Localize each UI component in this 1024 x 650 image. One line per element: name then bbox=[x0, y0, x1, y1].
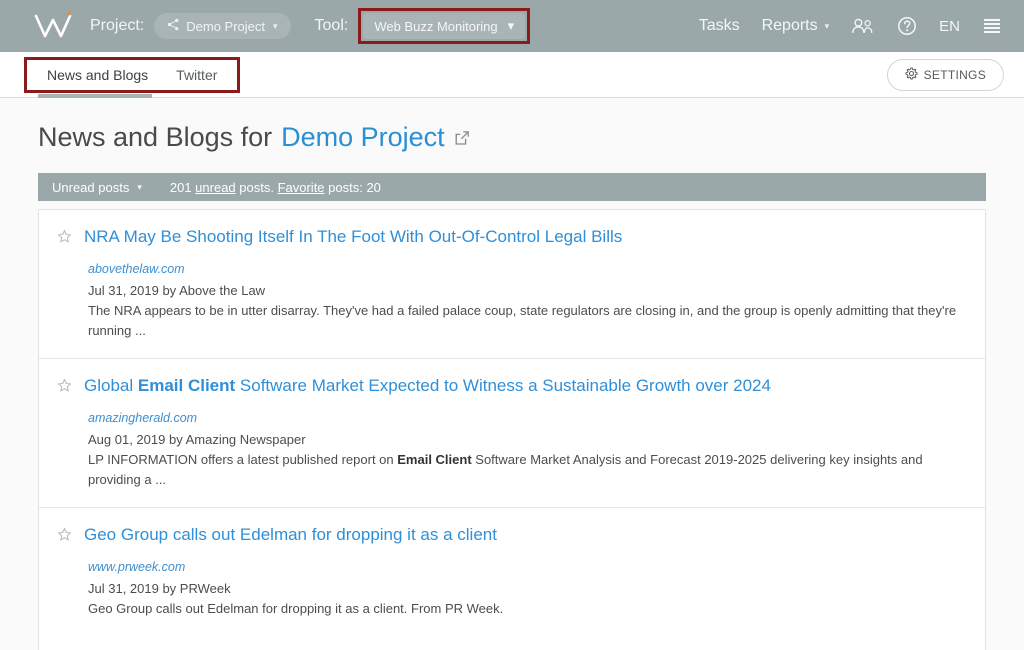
post-list: NRA May Be Shooting Itself In The Foot W… bbox=[38, 209, 986, 650]
post-title[interactable]: NRA May Be Shooting Itself In The Foot W… bbox=[84, 226, 622, 248]
post-snippet: The NRA appears to be in utter disarray.… bbox=[88, 301, 963, 340]
post-snippet-keyword: Email Client bbox=[397, 452, 472, 467]
tabs-annotation: News and Blogs Twitter bbox=[24, 56, 241, 93]
external-link-icon[interactable] bbox=[454, 122, 470, 153]
post-counts-mid: posts. bbox=[235, 179, 278, 195]
post-title[interactable]: Geo Group calls out Edelman for dropping… bbox=[84, 524, 497, 546]
active-tab-indicator bbox=[38, 94, 152, 98]
settings-button[interactable]: SETTINGS bbox=[886, 58, 1004, 91]
tool-selector-annotation: Web Buzz Monitoring ▾ bbox=[358, 8, 531, 44]
project-selector[interactable]: Demo Project ▾ bbox=[154, 13, 291, 39]
star-outline-icon[interactable] bbox=[57, 229, 72, 249]
project-label: Project: bbox=[90, 17, 145, 34]
nav-tasks-label: Tasks bbox=[698, 17, 740, 34]
page-title: News and Blogs for Demo Project bbox=[24, 98, 1000, 173]
share-nodes-icon bbox=[167, 18, 180, 34]
filter-bar: Unread posts ▾ 201 unread posts. Favorit… bbox=[38, 173, 986, 201]
tool-label: Tool: bbox=[314, 17, 349, 34]
nav-reports[interactable]: Reports ▾ bbox=[762, 17, 830, 35]
star-outline-icon[interactable] bbox=[57, 378, 72, 398]
post-title-text: Software Market Expected to Witness a Su… bbox=[235, 376, 771, 395]
post-counts: 201 unread posts. Favorite posts: 20 bbox=[170, 180, 381, 195]
unread-posts-filter[interactable]: Unread posts ▾ bbox=[52, 180, 142, 195]
post-title-keyword: Email Client bbox=[137, 376, 236, 395]
post-title-text: NRA May Be Shooting Itself In The Foot W… bbox=[84, 227, 623, 246]
star-outline-icon[interactable] bbox=[57, 527, 72, 547]
post-counts-prefix: 201 bbox=[169, 179, 196, 195]
post-item: Geo Group calls out Edelman for dropping… bbox=[39, 508, 985, 637]
post-body: amazingherald.com Aug 01, 2019 by Amazing… bbox=[57, 398, 963, 489]
tab-news-and-blogs-label: News and Blogs bbox=[47, 66, 149, 83]
post-header: Geo Group calls out Edelman for dropping… bbox=[57, 524, 963, 547]
post-meta: Aug 01, 2019 by Amazing Newspaper bbox=[88, 432, 306, 447]
tab-twitter[interactable]: Twitter bbox=[162, 60, 231, 90]
post-title-text: Geo Group calls out Edelman for dropping… bbox=[84, 525, 497, 544]
post-source-domain[interactable]: amazingherald.com bbox=[88, 411, 197, 425]
post-source-domain[interactable]: www.prweek.com bbox=[88, 560, 185, 574]
wrike-logo[interactable] bbox=[30, 9, 76, 43]
tool-selector-value: Web Buzz Monitoring bbox=[374, 18, 498, 34]
tab-twitter-label: Twitter bbox=[176, 66, 218, 83]
post-snippet-text: Geo Group calls out Edelman for dropping… bbox=[88, 601, 504, 616]
nav-reports-label: Reports bbox=[761, 17, 818, 34]
help-icon[interactable] bbox=[897, 16, 917, 36]
nav-tasks[interactable]: Tasks bbox=[699, 17, 740, 35]
post-snippet-text: LP INFORMATION offers a latest published… bbox=[88, 452, 398, 467]
tab-bar: News and Blogs Twitter SETTINGS bbox=[0, 52, 1024, 98]
chevron-down-icon: ▾ bbox=[273, 20, 278, 31]
page-title-prefix: News and Blogs for bbox=[38, 122, 273, 152]
post-counts-suffix: posts: 20 bbox=[324, 179, 381, 195]
post-body: www.prweek.com Jul 31, 2019 by PRWeek Geo … bbox=[57, 547, 963, 619]
post-item: Global Email Client Software Market Expe… bbox=[39, 359, 985, 508]
tab-news-and-blogs[interactable]: News and Blogs bbox=[33, 60, 162, 90]
post-title-text: Global bbox=[84, 376, 138, 395]
post-header: NRA May Be Shooting Itself In The Foot W… bbox=[57, 226, 963, 249]
post-snippet: LP INFORMATION offers a latest published… bbox=[88, 450, 963, 489]
language-selector[interactable]: EN bbox=[939, 18, 960, 35]
post-header: Global Email Client Software Market Expe… bbox=[57, 375, 963, 398]
post-title[interactable]: Global Email Client Software Market Expe… bbox=[84, 375, 771, 397]
unread-posts-filter-value: Unread posts bbox=[52, 179, 130, 195]
unread-posts-link[interactable]: unread bbox=[195, 180, 235, 195]
hamburger-menu-icon[interactable] bbox=[982, 17, 1002, 35]
tool-selector[interactable]: Web Buzz Monitoring ▾ bbox=[363, 13, 526, 39]
chevron-down-icon: ▾ bbox=[824, 20, 830, 31]
chevron-down-icon: ▾ bbox=[507, 18, 515, 33]
settings-button-label: SETTINGS bbox=[923, 67, 986, 82]
post-snippet-text: The NRA appears to be in utter disarray.… bbox=[88, 303, 957, 338]
project-selector-value: Demo Project bbox=[186, 18, 265, 34]
post-source-domain[interactable]: abovethelaw.com bbox=[88, 262, 185, 276]
post-snippet: Geo Group calls out Edelman for dropping… bbox=[88, 599, 963, 619]
gear-icon bbox=[905, 67, 918, 83]
favorite-posts-link[interactable]: Favorite bbox=[278, 180, 325, 195]
page-title-project-link[interactable]: Demo Project bbox=[281, 122, 445, 153]
people-icon[interactable] bbox=[851, 17, 875, 35]
header-nav-group: Tasks Reports ▾ EN bbox=[699, 16, 1010, 36]
chevron-down-icon: ▾ bbox=[137, 181, 142, 192]
page-content: News and Blogs for Demo Project Unread p… bbox=[0, 98, 1024, 650]
post-body: abovethelaw.com Jul 31, 2019 by Above the… bbox=[57, 249, 963, 340]
top-header-bar: Project: Demo Project ▾ Tool: Web Buzz M… bbox=[0, 0, 1024, 52]
post-meta: Jul 31, 2019 by Above the Law bbox=[88, 283, 266, 298]
post-meta: Jul 31, 2019 by PRWeek bbox=[88, 581, 231, 596]
post-item: NRA May Be Shooting Itself In The Foot W… bbox=[39, 210, 985, 359]
